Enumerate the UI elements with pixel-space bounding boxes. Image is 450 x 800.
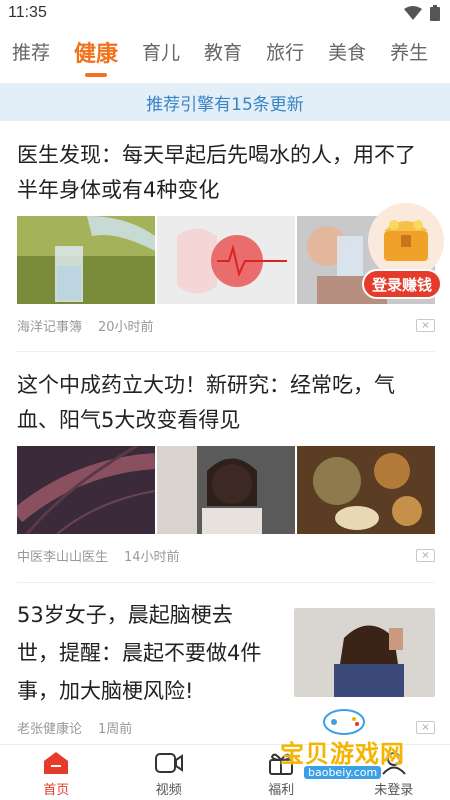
article-image (157, 446, 295, 534)
bottom-nav: 首页 视频 福利 未登录 (0, 744, 450, 800)
gift-icon (266, 749, 296, 777)
article-time: 14小时前 (124, 550, 180, 565)
tab-travel[interactable]: 旅行 (254, 30, 316, 80)
close-icon[interactable]: × (416, 319, 435, 332)
article-image (157, 216, 295, 304)
user-icon (379, 749, 409, 777)
article-source: 老张健康论 (17, 722, 83, 737)
article-image (297, 446, 435, 534)
nav-profile[interactable]: 未登录 (338, 745, 450, 800)
video-icon (154, 749, 184, 777)
article-source: 中医李山山医生 (17, 550, 109, 565)
tab-wellness[interactable]: 养生 (378, 30, 440, 80)
divider (17, 351, 435, 352)
article-title[interactable]: 医生发现：每天早起后先喝水的人，用不了半年身体或有4种变化 (17, 138, 435, 208)
article-card[interactable]: 53岁女子，晨起脑梗去世，提醒：晨起不要做4件事，加大脑梗风险! 老张健康论 1… (17, 596, 435, 746)
article-image (17, 446, 155, 534)
status-icons (404, 5, 440, 21)
close-icon[interactable]: × (416, 549, 435, 562)
article-meta: 老张健康论 1周前 × (17, 718, 435, 737)
tab-recommend[interactable]: 推荐 (0, 30, 62, 80)
home-icon (41, 749, 71, 777)
login-reward[interactable]: 登录赚钱 (362, 203, 444, 299)
login-earn-button[interactable]: 登录赚钱 (362, 269, 442, 299)
status-time: 11:35 (8, 4, 47, 21)
article-title[interactable]: 这个中成药立大功！新研究：经常吃，气血、阳气5大改变看得见 (17, 368, 435, 438)
article-images (17, 446, 435, 534)
article-title[interactable]: 53岁女子，晨起脑梗去世，提醒：晨起不要做4件事，加大脑梗风险! (17, 596, 272, 710)
nav-label: 未登录 (374, 783, 414, 798)
article-time: 1周前 (98, 722, 133, 737)
close-icon[interactable]: × (416, 721, 435, 734)
nav-label: 首页 (43, 783, 70, 798)
battery-icon (430, 5, 440, 21)
refresh-notice: 推荐引擎有15条更新 (0, 83, 450, 121)
nav-welfare[interactable]: 福利 (225, 745, 338, 800)
tab-food[interactable]: 美食 (316, 30, 378, 80)
tab-more[interactable]: 时 (440, 30, 450, 80)
article-meta: 海洋记事簿 20小时前 × (17, 316, 435, 335)
article-image (17, 216, 155, 304)
article-card[interactable]: 这个中成药立大功！新研究：经常吃，气血、阳气5大改变看得见 中医李山山医生 14… (17, 368, 435, 565)
wifi-icon (404, 6, 422, 20)
nav-home[interactable]: 首页 (0, 745, 113, 800)
nav-video[interactable]: 视频 (113, 745, 226, 800)
nav-label: 视频 (155, 783, 182, 798)
treasure-chest-icon[interactable] (368, 203, 444, 279)
article-time: 20小时前 (98, 320, 154, 335)
tab-health[interactable]: 健康 (62, 30, 130, 80)
tab-education[interactable]: 教育 (192, 30, 254, 80)
category-tabs: 推荐 健康 育儿 教育 旅行 美食 养生 时 (0, 30, 450, 80)
status-bar: 11:35 (0, 0, 450, 26)
article-meta: 中医李山山医生 14小时前 × (17, 546, 435, 565)
tab-parenting[interactable]: 育儿 (130, 30, 192, 80)
nav-label: 福利 (268, 783, 295, 798)
article-image (294, 608, 435, 697)
divider (17, 582, 435, 583)
article-source: 海洋记事簿 (17, 320, 83, 335)
